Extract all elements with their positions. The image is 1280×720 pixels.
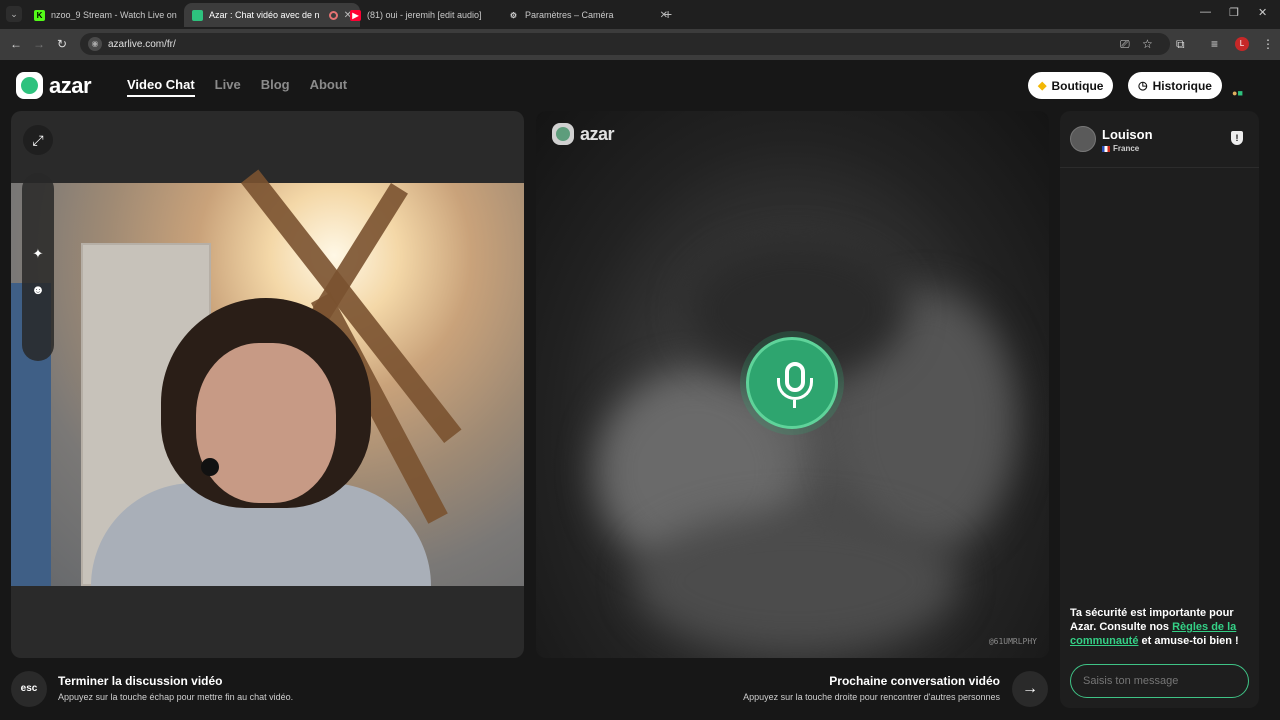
back-icon[interactable]: ← (10, 37, 22, 51)
safety-notice: Ta sécurité est importante pour Azar. Co… (1070, 606, 1252, 648)
historique-button[interactable]: ◷ Historique (1128, 72, 1222, 99)
tab-title: Paramètres – Caméra (525, 10, 614, 20)
effects-toolbar: ✦ ☻ (22, 173, 54, 361)
microphone-button[interactable] (746, 337, 838, 429)
browser-tab[interactable]: K nzoo_9 Stream - Watch Live on ✕ (26, 3, 202, 27)
azar-logo[interactable]: azar (16, 72, 92, 99)
url-text: azarlive.com/fr/ (108, 38, 176, 50)
safety-text-end: et amuse-toi bien ! (1138, 635, 1239, 647)
expand-icon[interactable]: ⤢ (23, 125, 53, 155)
nav-live[interactable]: Live (215, 77, 241, 97)
azar-page: azar Video Chat Live Blog About ◆ Boutiq… (0, 60, 1280, 720)
nav-blog[interactable]: Blog (261, 77, 290, 97)
profile-avatar[interactable]: L (1235, 37, 1249, 51)
peer-name: Louison (1102, 127, 1153, 142)
extensions-icon[interactable]: ⧉ (1176, 37, 1185, 52)
new-tab-button[interactable]: + (664, 6, 672, 22)
logo-text: azar (49, 72, 92, 98)
tab-title: Azar : Chat vidéo avec de n (209, 10, 320, 20)
reload-icon[interactable]: ↻ (57, 37, 67, 51)
face-filter-icon[interactable]: ☻ (27, 279, 49, 301)
chat-panel: Louison France ! Ta sécurité est importa… (1060, 111, 1259, 708)
media-control-icon[interactable]: ≡ (1211, 37, 1218, 51)
browser-tab-bar: ⌄ K nzoo_9 Stream - Watch Live on ✕ Azar… (0, 0, 1280, 29)
sparkle-effects-icon[interactable]: ✦ (27, 243, 49, 265)
clock-icon: ◷ (1138, 80, 1148, 92)
tab-title: (81) oui - jeremih [edit audio] (367, 10, 482, 20)
historique-label: Historique (1152, 78, 1212, 93)
microphone-icon-arc (777, 378, 813, 400)
nav-about[interactable]: About (310, 77, 348, 97)
gear-icon: ⚙ (509, 10, 518, 20)
site-info-icon[interactable]: ◉ (88, 37, 102, 51)
close-window-icon[interactable]: ✕ (1258, 6, 1267, 19)
end-chat-hint: Appuyez sur la touche échap pour mettre … (58, 692, 294, 702)
azar-icon (192, 9, 203, 21)
azar-logo-icon (16, 72, 43, 99)
nav-video-chat[interactable]: Video Chat (127, 77, 195, 97)
report-shield-icon[interactable]: ! (1231, 131, 1243, 145)
restore-icon[interactable]: ❐ (1229, 6, 1239, 19)
video-person-face (196, 343, 336, 503)
install-app-icon[interactable]: ⎚ (1120, 37, 1130, 52)
main-nav: Video Chat Live Blog About (127, 77, 347, 97)
peer-country: France (1102, 144, 1139, 153)
end-chat-title: Terminer la discussion vidéo (58, 674, 223, 688)
next-arrow-button[interactable]: → (1012, 671, 1048, 707)
self-video-feed (11, 169, 524, 586)
browser-tab-active[interactable]: Azar : Chat vidéo avec de n ✕ (184, 3, 360, 27)
chat-header: Louison France ! (1060, 111, 1259, 168)
next-chat-title: Prochaine conversation vidéo (829, 674, 1000, 688)
video-blur-shape (636, 511, 956, 651)
remote-video-panel: azar @61UMRLPHY (536, 111, 1049, 658)
avatar[interactable] (1070, 126, 1096, 152)
browser-tab[interactable]: ⚙ Paramètres – Caméra ✕ (500, 3, 676, 27)
message-input[interactable] (1070, 664, 1249, 698)
boutique-button[interactable]: ◆ Boutique (1028, 72, 1114, 99)
browser-tab[interactable]: ▶ (81) oui - jeremih [edit audio] (342, 3, 518, 27)
video-user-tag: @61UMRLPHY (988, 637, 1037, 646)
recording-icon (328, 10, 338, 20)
france-flag-icon (1102, 145, 1110, 152)
browser-menu-icon[interactable]: ⋮ (1262, 37, 1274, 51)
boutique-label: Boutique (1051, 78, 1104, 93)
watermark-text: azar (580, 123, 615, 144)
bookmark-star-icon[interactable]: ☆ (1142, 37, 1153, 51)
gem-icon: ◆ (1038, 80, 1047, 92)
watermark-logo-icon (552, 123, 574, 145)
address-bar[interactable]: ◉ azarlive.com/fr/ (80, 33, 1170, 55)
minimize-icon[interactable]: — (1200, 6, 1211, 18)
bottom-controls: esc Terminer la discussion vidéo Appuyez… (0, 658, 1050, 720)
gem-balance-icon[interactable]: ●■ (1232, 88, 1243, 98)
youtube-icon: ▶ (350, 9, 361, 21)
peer-country-label: France (1113, 144, 1140, 153)
tab-title: nzoo_9 Stream - Watch Live on (51, 10, 177, 20)
video-microphone (201, 458, 219, 476)
microphone-icon-stem (793, 400, 796, 408)
self-camera-panel: ⤢ ✦ ☻ (11, 111, 524, 658)
browser-toolbar: ← → ↻ ◉ azarlive.com/fr/ ⎚ ☆ ⧉ ≡ ⋮ (0, 29, 1280, 60)
tab-search-button[interactable]: ⌄ (6, 6, 22, 22)
end-chat-button[interactable]: esc (11, 671, 47, 707)
azar-watermark: azar (552, 123, 615, 145)
next-chat-hint: Appuyez sur la touche droite pour rencon… (743, 692, 1000, 702)
forward-icon[interactable]: → (33, 37, 45, 51)
kick-icon: K (34, 9, 45, 21)
